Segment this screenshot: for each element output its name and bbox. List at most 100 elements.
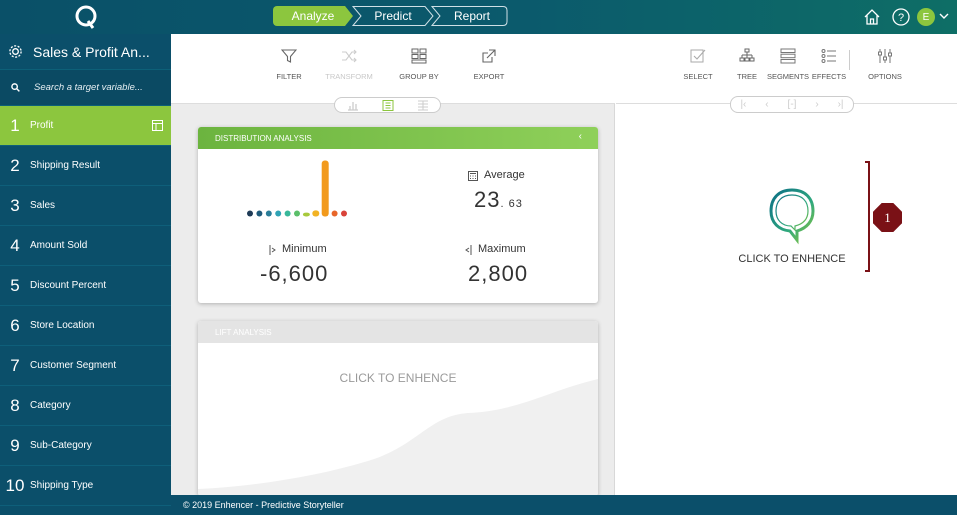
sidebar-item-label: Shipping Result <box>30 160 101 171</box>
user-avatar[interactable]: E <box>917 8 935 26</box>
options-label: OPTIONS <box>868 72 902 81</box>
select-label: SELECT <box>683 72 713 81</box>
footer: © 2019 Enhencer - Predictive Storyteller <box>171 495 957 515</box>
group-by-button[interactable]: GROUP BY <box>384 48 454 81</box>
enhencer-q-logo-icon[interactable] <box>767 186 817 246</box>
first-page-icon[interactable]: |‹ <box>740 99 746 110</box>
distribution-bar <box>247 210 253 217</box>
sidebar-item-number: 8 <box>10 395 20 415</box>
distribution-bar <box>321 160 329 217</box>
distribution-bar <box>275 210 282 217</box>
bar-chart-icon[interactable] <box>347 100 359 111</box>
top-bar: Analyze Predict Report ? E <box>0 0 957 34</box>
analysis-toolbar: FILTER TRANSFORM GROUP BY EXPORT <box>171 34 615 104</box>
collapse-icon[interactable]: [-] <box>788 99 797 110</box>
sidebar-item-amount-sold[interactable]: 4 Amount Sold <box>0 226 171 266</box>
home-icon[interactable] <box>863 8 881 26</box>
average-label: Average <box>484 169 525 181</box>
distribution-bar <box>331 210 338 217</box>
sidebar-item-label: Sales <box>30 200 56 211</box>
annotation-bracket <box>865 161 870 272</box>
sidebar-item-shipping-result[interactable]: 2 Shipping Result <box>0 146 171 186</box>
cards-icon[interactable] <box>382 100 394 111</box>
sidebar-item-label: Shipping Type <box>30 480 94 491</box>
sidebar-item-discount-percent[interactable]: 5 Discount Percent <box>0 266 171 306</box>
sidebar-item-store-location[interactable]: 6 Store Location <box>0 306 171 346</box>
sidebar-item-label: Store Location <box>30 320 95 331</box>
transform-button[interactable]: TRANSFORM <box>314 48 384 81</box>
distribution-bar <box>294 210 300 217</box>
sliders-icon <box>878 49 892 63</box>
distribution-title: DISTRIBUTION ANALYSIS <box>215 133 312 143</box>
filter-icon <box>281 49 297 63</box>
enhencer-logo-icon[interactable] <box>74 4 98 30</box>
select-icon <box>690 49 706 63</box>
sidebar-item-number: 10 <box>5 475 25 495</box>
sidebar-item-profit[interactable]: 1 Profit <box>0 106 171 146</box>
previous-icon[interactable]: ‹ <box>765 99 768 110</box>
sidebar-item-sales[interactable]: 3 Sales <box>0 186 171 226</box>
sidebar-item-number: 4 <box>10 235 20 255</box>
maximum-label: Maximum <box>478 243 526 255</box>
lift-analysis-card[interactable]: LIFT ANALYSIS CLICK TO ENHENCE <box>198 321 598 496</box>
search-icon <box>11 83 20 92</box>
footer-copyright: © 2019 Enhencer - Predictive Storyteller <box>183 500 344 510</box>
minimum-icon <box>269 245 276 255</box>
step-report-tab[interactable]: Report <box>436 6 508 26</box>
step-predict-tab[interactable]: Predict <box>352 6 434 26</box>
step-analyze-tab[interactable]: Analyze <box>273 6 353 26</box>
distribution-bar <box>302 212 310 217</box>
effects-list-icon <box>821 49 836 63</box>
distribution-bar <box>312 210 320 217</box>
distribution-bar <box>256 210 263 217</box>
sidebar-item-number: 7 <box>10 355 20 375</box>
table-view-icon[interactable] <box>417 100 429 111</box>
sidebar-item-number: 1 <box>10 115 20 135</box>
minimum-label: Minimum <box>282 243 327 255</box>
sidebar-item-sub-category[interactable]: 9 Sub-Category <box>0 426 171 466</box>
export-icon <box>482 49 496 63</box>
table-icon[interactable] <box>152 120 163 131</box>
filter-label: FILTER <box>276 72 302 81</box>
next-icon[interactable]: › <box>815 99 818 110</box>
maximum-icon <box>465 245 472 255</box>
lift-card-header: LIFT ANALYSIS <box>198 321 598 343</box>
distribution-card-header[interactable]: DISTRIBUTION ANALYSIS ‹ <box>198 127 598 149</box>
sidebar-item-label: Customer Segment <box>30 360 117 371</box>
help-icon[interactable]: ? <box>892 8 910 26</box>
last-page-icon[interactable]: ›| <box>838 99 844 110</box>
lift-enhance-cta[interactable]: CLICK TO ENHENCE <box>198 371 598 385</box>
options-button[interactable]: OPTIONS <box>850 48 920 81</box>
model-panel: SELECT TREE SEGMENTS EFFECTS OPTIONS |‹ … <box>616 34 957 495</box>
distribution-bar <box>265 210 272 217</box>
maximum-value: 2,800 <box>468 261 529 286</box>
sidebar-item-number: 5 <box>10 275 20 295</box>
distribution-chart <box>247 160 347 217</box>
chevron-left-icon[interactable]: ‹ <box>579 131 582 142</box>
chevron-down-icon[interactable] <box>939 12 949 20</box>
tree-navigation: |‹ ‹ [-] › ›| <box>730 96 854 113</box>
sidebar-item-label: Sub-Category <box>30 440 92 451</box>
group-icon <box>411 48 427 64</box>
search-placeholder: Search a target variable... <box>34 82 143 93</box>
export-button[interactable]: EXPORT <box>454 48 524 81</box>
shuffle-icon <box>342 49 357 63</box>
sidebar-item-customer-segment[interactable]: 7 Customer Segment <box>0 346 171 386</box>
calculator-icon <box>468 171 478 181</box>
gear-icon[interactable] <box>8 44 23 59</box>
variable-search-input[interactable]: Search a target variable... <box>0 70 171 106</box>
sidebar-item-shipping-type[interactable]: 10 Shipping Type <box>0 466 171 506</box>
tree-enhance-cta[interactable]: CLICK TO ENHENCE <box>616 253 957 265</box>
sidebar-item-number: 9 <box>10 435 20 455</box>
minimum-value: -6,600 <box>260 261 329 286</box>
sidebar-item-category[interactable]: 8 Category <box>0 386 171 426</box>
lift-title: LIFT ANALYSIS <box>215 327 272 337</box>
svg-text:?: ? <box>898 12 904 24</box>
transform-label: TRANSFORM <box>325 72 373 81</box>
sidebar-item-number: 3 <box>10 195 20 215</box>
model-toolbar: SELECT TREE SEGMENTS EFFECTS OPTIONS <box>616 34 957 104</box>
distribution-bar <box>284 210 291 217</box>
average-decimal: . 63 <box>500 198 523 210</box>
view-toggle[interactable] <box>334 97 441 113</box>
project-title: Sales & Profit An... <box>33 43 150 60</box>
